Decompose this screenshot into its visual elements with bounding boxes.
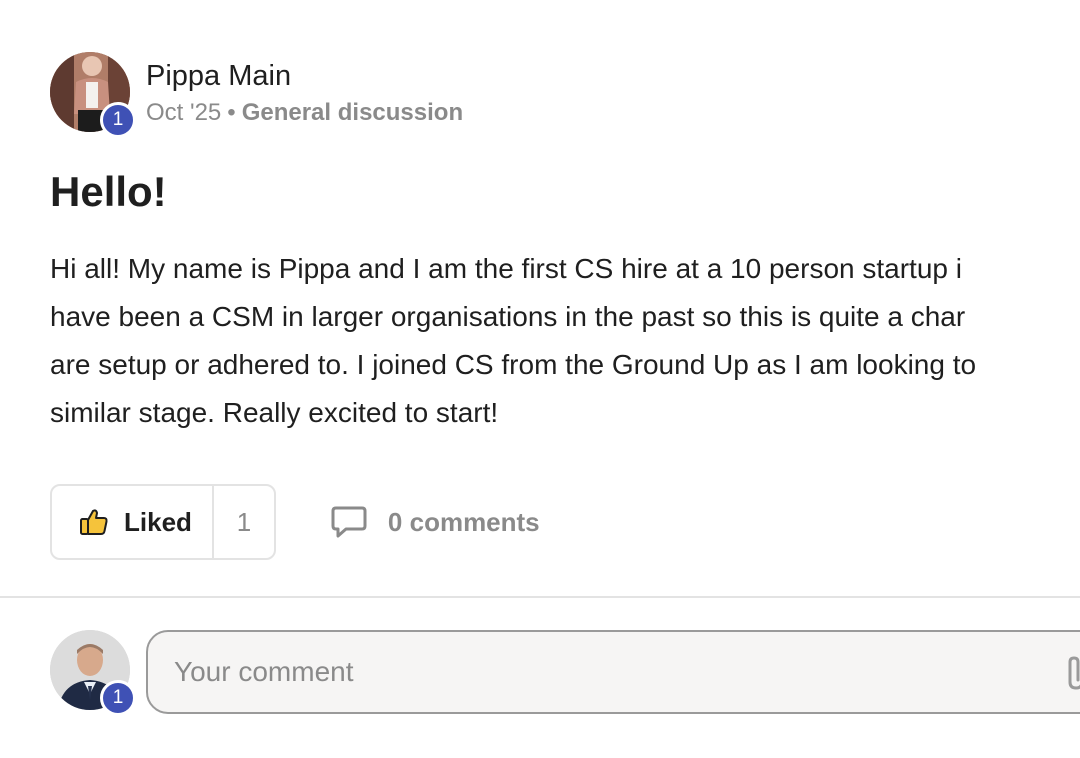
post-body-line: are setup or adhered to. I joined CS fro… bbox=[50, 349, 977, 380]
author-name[interactable]: Pippa Main bbox=[146, 58, 463, 94]
comment-composer: 1 bbox=[50, 630, 1080, 716]
post-date: Oct '25 bbox=[146, 99, 222, 126]
thumbs-up-icon bbox=[80, 509, 108, 535]
author-meta: Pippa Main Oct '25 • General discussion bbox=[146, 52, 463, 128]
section-divider bbox=[0, 596, 1080, 598]
author-avatar-wrap[interactable]: 1 bbox=[50, 52, 136, 138]
current-user-avatar-wrap[interactable]: 1 bbox=[50, 630, 136, 716]
meta-separator: • bbox=[227, 99, 236, 126]
post-meta-line: Oct '25 • General discussion bbox=[146, 98, 463, 128]
post-page: 1 Pippa Main Oct '25 • General discussion … bbox=[0, 0, 1080, 758]
like-control: Liked 1 bbox=[50, 484, 276, 560]
author-level-badge: 1 bbox=[100, 102, 136, 138]
post-category-link[interactable]: General discussion bbox=[242, 99, 463, 126]
speech-bubble-icon bbox=[331, 506, 367, 538]
comment-input[interactable] bbox=[146, 630, 1080, 714]
post-body-line: similar stage. Really excited to start! bbox=[50, 397, 499, 428]
post-body-line: Hi all! My name is Pippa and I am the fi… bbox=[50, 253, 962, 284]
post-author-header: 1 Pippa Main Oct '25 • General discussion bbox=[50, 52, 463, 138]
paperclip-icon[interactable] bbox=[1062, 654, 1080, 692]
post-body-line: have been a CSM in larger organisations … bbox=[50, 301, 966, 332]
like-count[interactable]: 1 bbox=[211, 486, 274, 558]
comments-button[interactable]: 0 comments bbox=[330, 505, 540, 539]
comments-count-label: 0 comments bbox=[387, 506, 540, 537]
post-actions: Liked 1 0 comments bbox=[50, 484, 540, 560]
like-label: Liked bbox=[124, 506, 192, 537]
post-title: Hello! bbox=[50, 168, 167, 215]
current-user-level-badge: 1 bbox=[100, 680, 136, 716]
post-body: Hi all! My name is Pippa and I am the fi… bbox=[50, 245, 1080, 437]
like-button[interactable]: Liked bbox=[52, 486, 212, 558]
